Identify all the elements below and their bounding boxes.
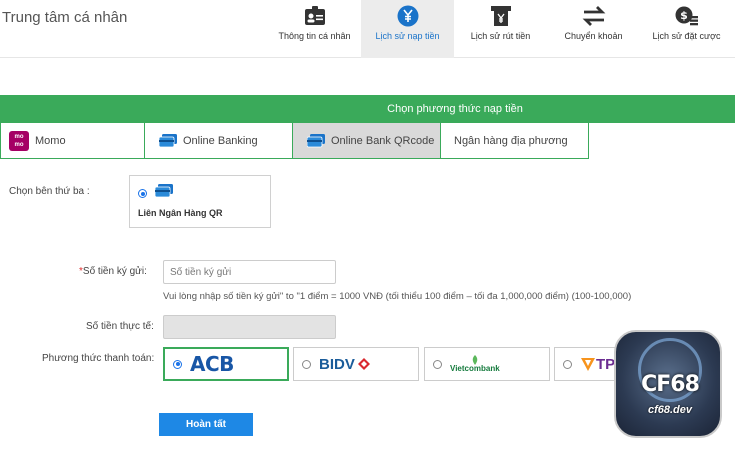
yen-coin-icon: [395, 3, 421, 29]
tab-online-bank-qrcode[interactable]: Online Bank QRcode: [293, 123, 441, 159]
tab-momo[interactable]: mo mo Momo: [0, 123, 145, 159]
tab-online-banking[interactable]: Online Banking: [145, 123, 293, 159]
tab-label: Online Banking: [183, 134, 258, 147]
momo-logo: mo mo: [9, 130, 29, 151]
tab-label: Online Bank QRcode: [331, 134, 435, 147]
vietcombank-logo: Vietcombank: [450, 355, 500, 373]
amount-hint: Vui lòng nhập số tiền ký gửi" to "1 điểm…: [163, 291, 632, 302]
bidv-logo: BIDV: [319, 356, 371, 373]
method-tabs: mo mo Momo Online Banking Online Bank QRc…: [0, 123, 589, 159]
payment-method-label: Phương thức thanh toán:: [42, 353, 155, 364]
third-party-label: Chọn bên thứ ba :: [9, 186, 90, 197]
card-icon: [307, 133, 325, 148]
bank-radio[interactable]: [302, 359, 311, 369]
watermark-site: cf68.dev: [647, 404, 693, 416]
page: Trung tâm cá nhân Thông tin cá nhân Lịch…: [0, 0, 735, 451]
actual-amount-field: [163, 315, 336, 339]
top-nav: Thông tin cá nhân Lịch sử nạp tiền Lịch …: [268, 0, 733, 58]
submit-button[interactable]: Hoàn tất: [159, 413, 253, 436]
third-party-radio[interactable]: [138, 189, 147, 198]
nav-transfer[interactable]: Chuyển khoản: [547, 0, 640, 58]
nav-withdraw-history[interactable]: Lịch sử rút tiền: [454, 0, 547, 58]
third-party-name: Liên Ngân Hàng QR: [138, 208, 223, 218]
atm-icon: [488, 3, 514, 29]
tpbank-logo: TP: [580, 356, 615, 373]
page-title: Trung tâm cá nhân: [2, 9, 128, 26]
nav-label: Lịch sử rút tiền: [470, 31, 531, 41]
card-icon: [154, 184, 173, 203]
tab-local-bank[interactable]: Ngân hàng địa phương: [441, 123, 589, 159]
nav-personal-info[interactable]: Thông tin cá nhân: [268, 0, 361, 58]
cf68-watermark-logo: CF68 cf68.dev: [614, 330, 722, 438]
tab-label: Ngân hàng địa phương: [454, 134, 568, 147]
method-bar: Chọn phương thức nạp tiền: [0, 95, 735, 123]
bank-radio[interactable]: [173, 359, 182, 369]
bidv-diamond-icon: [357, 358, 370, 370]
nav-label: Chuyển khoản: [564, 31, 623, 41]
id-card-icon: [302, 3, 328, 29]
bank-option-vietcombank[interactable]: Vietcombank: [424, 347, 550, 381]
nav-label: Thông tin cá nhân: [278, 31, 351, 41]
svg-text:$: $: [680, 9, 688, 22]
bank-option-bidv[interactable]: BIDV: [293, 347, 419, 381]
actual-amount-label: Số tiền thực tế:: [86, 321, 154, 332]
header: Trung tâm cá nhân Thông tin cá nhân Lịch…: [0, 0, 735, 58]
tpbank-chevron-icon: [581, 358, 595, 371]
nav-label: Lịch sử nạp tiền: [375, 31, 440, 41]
third-party-option[interactable]: Liên Ngân Hàng QR: [129, 175, 271, 228]
nav-deposit-history[interactable]: Lịch sử nạp tiền: [361, 0, 454, 58]
acb-logo: ACB: [190, 352, 234, 376]
dollar-coins-icon: $: [674, 3, 700, 29]
transfer-arrows-icon: [581, 3, 607, 29]
nav-bet-history[interactable]: $ Lịch sử đặt cược: [640, 0, 733, 58]
nav-label: Lịch sử đặt cược: [652, 31, 721, 41]
watermark-brand: CF68: [641, 372, 700, 397]
bank-radio[interactable]: [563, 359, 572, 369]
bank-option-acb[interactable]: ACB: [163, 347, 289, 381]
card-icon: [159, 133, 177, 148]
amount-label: *Số tiền ký gửi:: [79, 266, 147, 277]
bank-radio[interactable]: [433, 359, 442, 369]
tab-label: Momo: [35, 134, 66, 147]
amount-input[interactable]: Số tiền ký gửi: [163, 260, 336, 284]
